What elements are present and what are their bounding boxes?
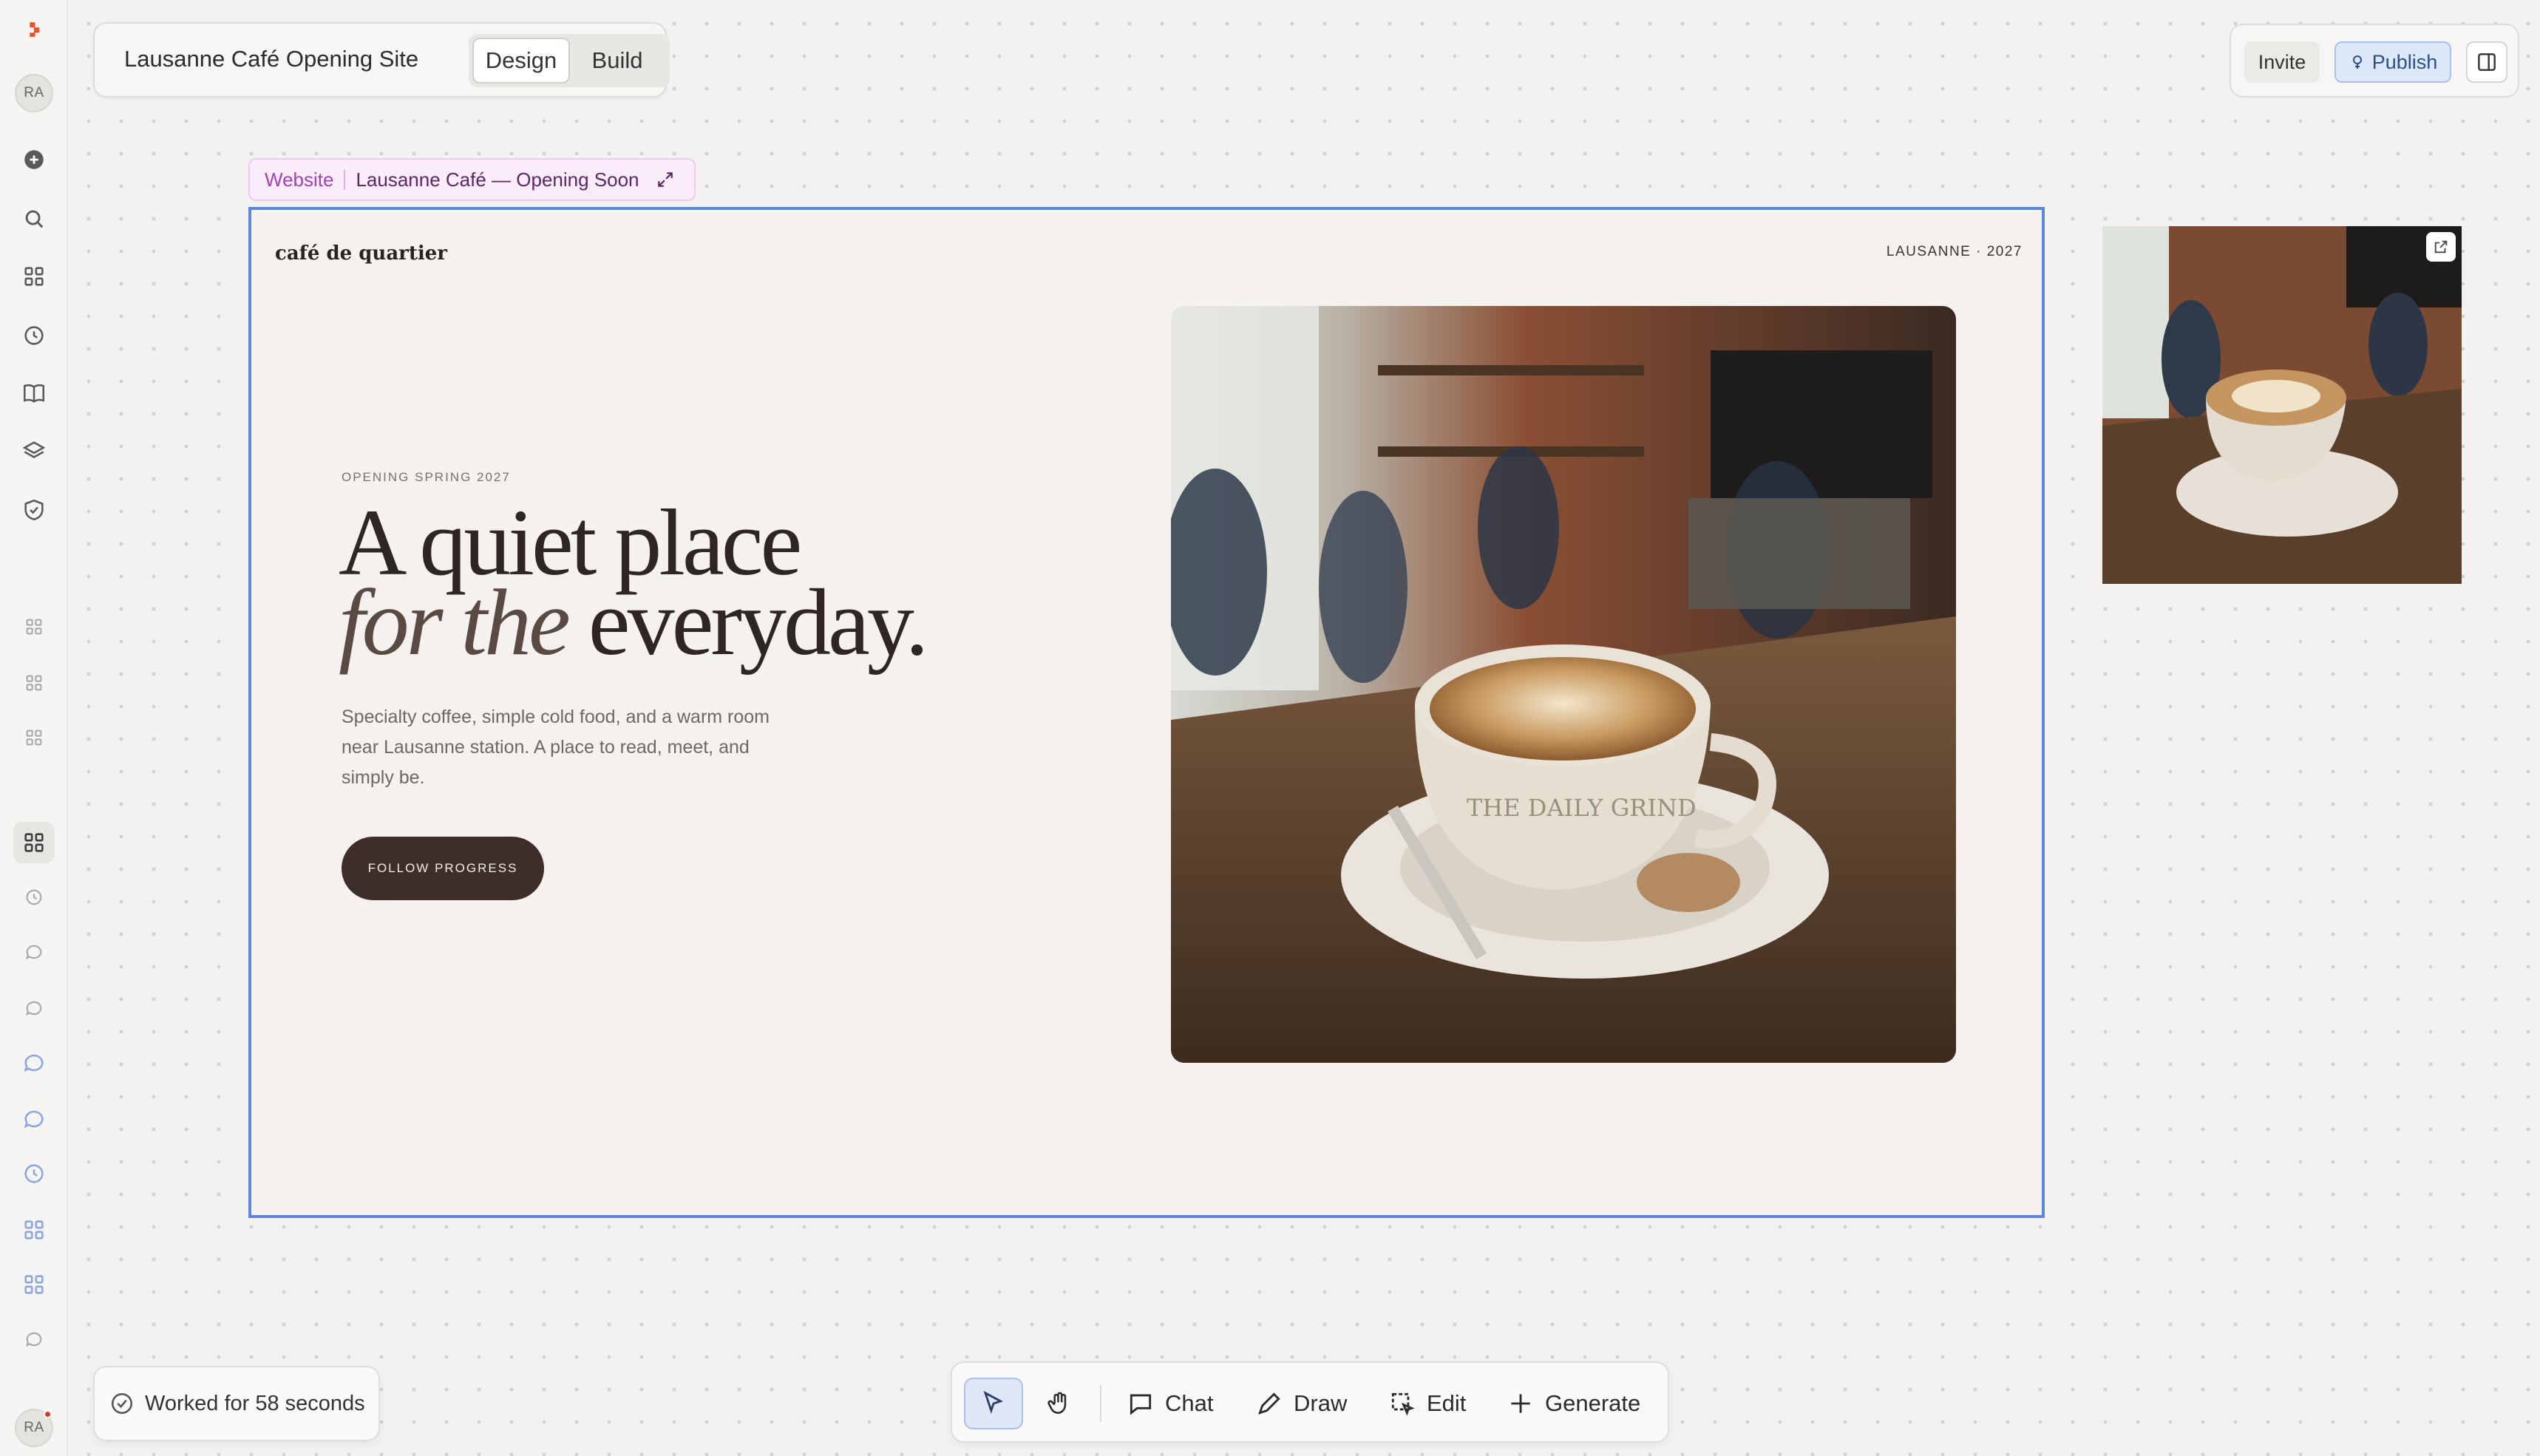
hero-photo: THE DAILY GRIND <box>1171 306 1956 1063</box>
avatar[interactable]: RA <box>15 74 53 112</box>
chat-icon <box>1130 1394 1152 1415</box>
avatar-initials: RA <box>24 85 44 101</box>
chat-label: Chat <box>1165 1390 1214 1416</box>
status-text: Worked for 58 seconds <box>145 1391 365 1415</box>
project-title[interactable]: Lausanne Café Opening Site <box>124 46 418 72</box>
draw-label: Draw <box>1294 1390 1348 1416</box>
project-header: Lausanne Café Opening Site Design Build <box>93 22 670 98</box>
hand-icon <box>1047 1392 1067 1414</box>
toolbar-divider <box>1100 1385 1101 1422</box>
select-tool-button[interactable] <box>964 1378 1023 1429</box>
edit-label: Edit <box>1427 1390 1467 1416</box>
bottom-toolbar: Chat Draw Edit Generate <box>951 1361 1669 1443</box>
hero-headline: A quiet place for the everyday. <box>339 495 928 670</box>
history-icon[interactable] <box>13 315 55 356</box>
invite-button[interactable]: Invite <box>2244 41 2320 83</box>
frame-kind: Website <box>265 168 334 191</box>
build-mode-button[interactable]: Build <box>573 38 662 84</box>
sidebar-panel-icon <box>2478 53 2496 71</box>
project-grid-icon[interactable] <box>13 1209 55 1251</box>
toggle-panel-button[interactable] <box>2466 41 2507 83</box>
mode-switch: Design Build <box>469 34 670 87</box>
chat-bubble-icon[interactable] <box>13 931 55 973</box>
generate-label: Generate <box>1545 1390 1641 1416</box>
notification-dot <box>44 1410 52 1418</box>
edit-select-icon <box>1391 1392 1415 1416</box>
pencil-icon <box>1258 1392 1280 1415</box>
frame-name: Lausanne Café — Opening Soon <box>356 168 639 191</box>
check-circle-icon <box>111 1392 133 1415</box>
top-right-actions: Invite Publish <box>2230 24 2519 98</box>
app-logo-icon[interactable] <box>13 9 55 50</box>
site-brand: café de quartier <box>275 242 447 265</box>
draw-tool-button[interactable]: Draw <box>1255 1378 1347 1429</box>
shield-icon[interactable] <box>13 489 55 531</box>
open-external-button[interactable] <box>2426 232 2456 262</box>
site-location: LAUSANNE · 2027 <box>1886 244 2023 259</box>
search-icon[interactable] <box>13 198 55 239</box>
website-frame[interactable]: café de quartier LAUSANNE · 2027 OPENING… <box>248 207 2045 1218</box>
chat-bubble-icon[interactable] <box>13 1319 55 1360</box>
cursor-icon <box>983 1390 1004 1415</box>
cup-print: THE DAILY GRIND <box>1467 794 1697 822</box>
external-link-icon <box>2434 240 2448 254</box>
book-icon[interactable] <box>13 372 55 414</box>
edit-tool-button[interactable]: Edit <box>1388 1378 1466 1429</box>
headline-line-2: for the everyday. <box>339 575 928 670</box>
chat-bubble-icon[interactable] <box>13 987 55 1029</box>
chat-bubble-icon[interactable] <box>13 1098 55 1140</box>
publish-button[interactable]: Publish <box>2334 41 2451 83</box>
work-status: Worked for 58 seconds <box>93 1366 380 1441</box>
image-thumbnail[interactable] <box>2102 226 2462 584</box>
publish-icon <box>2352 55 2362 69</box>
hand-tool-button[interactable] <box>1033 1378 1085 1429</box>
left-sidebar: RA RA <box>0 0 68 1456</box>
avatar-initials: RA <box>24 1420 44 1435</box>
chat-bubble-icon[interactable] <box>13 1042 55 1084</box>
history-icon[interactable] <box>13 1153 55 1194</box>
account-avatar[interactable]: RA <box>15 1409 53 1447</box>
divider <box>344 169 346 190</box>
layers-icon[interactable] <box>13 430 55 472</box>
hero-eyebrow: OPENING SPRING 2027 <box>342 470 511 484</box>
project-grid-icon[interactable] <box>13 606 55 647</box>
design-mode-button[interactable]: Design <box>472 38 570 84</box>
thumbnail-image <box>2102 226 2462 584</box>
project-grid-icon[interactable] <box>13 822 55 863</box>
grid-icon[interactable] <box>13 256 55 297</box>
generate-tool-button[interactable]: Generate <box>1507 1378 1640 1429</box>
expand-icon[interactable] <box>656 170 675 189</box>
chat-tool-button[interactable]: Chat <box>1127 1378 1213 1429</box>
publish-label: Publish <box>2371 50 2438 73</box>
cafe-photo-image: THE DAILY GRIND <box>1171 306 1956 1063</box>
project-grid-icon[interactable] <box>13 717 55 758</box>
new-icon[interactable] <box>13 139 55 180</box>
project-grid-icon[interactable] <box>13 1264 55 1305</box>
headline-italic: for the <box>339 570 571 675</box>
headline-end: everyday. <box>588 570 929 675</box>
follow-progress-button[interactable]: FOLLOW PROGRESS <box>342 837 544 900</box>
plus-icon <box>1511 1394 1530 1413</box>
hero-body: Specialty coffee, simple cold food, and … <box>342 707 770 788</box>
frame-label[interactable]: Website Lausanne Café — Opening Soon <box>248 158 696 201</box>
project-grid-icon[interactable] <box>13 662 55 704</box>
history-icon[interactable] <box>13 877 55 918</box>
